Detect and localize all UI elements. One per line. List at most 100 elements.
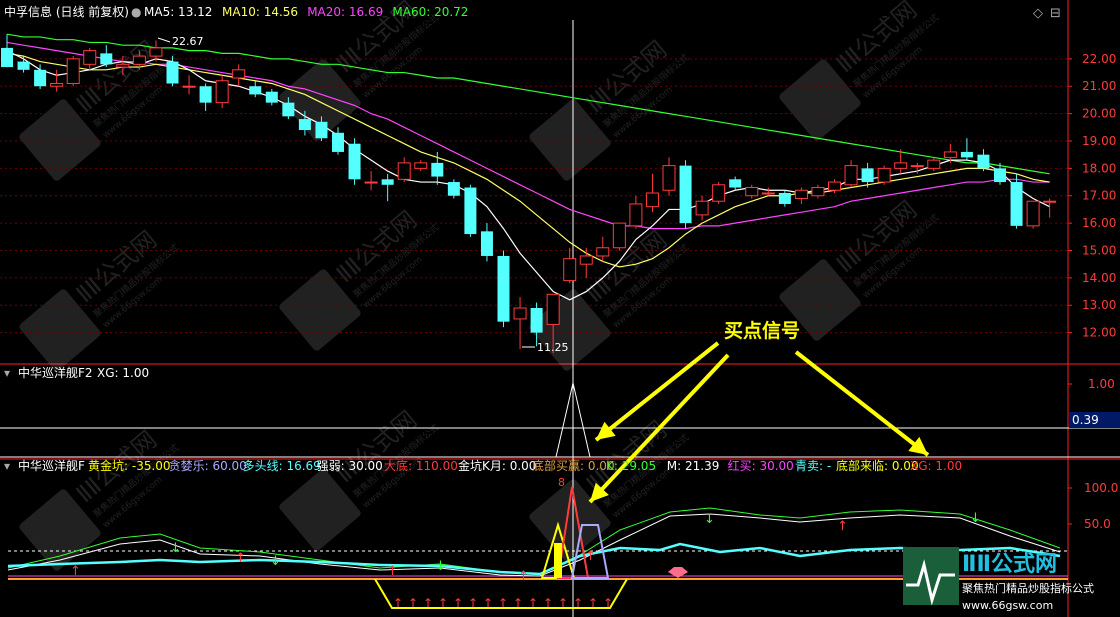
up-arrow: ↑ [468,596,478,610]
main-title: 中孚信息 (日线 前复权) [4,4,129,19]
y-tick-label: 17.00 [1082,189,1116,203]
candle-body [431,162,444,177]
candle-body [348,143,361,180]
candle-body [943,151,957,158]
candle-body [199,86,212,103]
candle-body [695,200,709,216]
candle-body [298,119,311,131]
panel3-legend-item: 贪婪乐: 60.00 [169,458,247,473]
candle-body [100,53,113,65]
candle-body [397,162,411,180]
logo-url: www.66gsw.com [962,599,1053,612]
candle-body [612,222,626,249]
candle-body [34,69,47,87]
candle-body [497,255,510,322]
up-arrow: ↑ [483,596,493,610]
candle-body [629,203,643,227]
panel3-legend-item: 大底: 110.00 [384,458,458,473]
panel3-toggle-icon[interactable]: ▾ [4,459,10,473]
candle-body [645,192,659,208]
down-arrow: ↓ [270,554,281,569]
candle-body [960,151,973,158]
watermark: ⅡⅡ公式网聚焦热门精品炒股指标公式www.66gsw.com [779,0,941,141]
y-tick-label: 18.00 [1082,161,1116,175]
candle-body [464,187,477,235]
down-arrow: ↓ [704,512,715,527]
up-arrow: ↑ [235,551,246,566]
candle-body [530,307,543,333]
up-arrow: ↑ [543,596,553,610]
low-label: 11.25 [537,341,569,354]
candle-body [232,69,246,79]
candle-body [132,55,146,65]
ma-legend-item: MA60: 20.72 [392,5,468,19]
candle-body [332,132,344,152]
down-arrow: ↓ [970,511,981,526]
value-badge-text: 0.39 [1072,413,1099,427]
panel2-title: 中华巡洋舰F2 [18,365,93,380]
panel3-legend-item: XG: 1.00 [910,459,962,473]
down-arrow: ↓ [170,541,181,556]
candle-body [811,187,825,197]
logo-slogan: 聚焦热门精品炒股指标公式 [962,581,1094,595]
up-arrow: ↑ [513,596,523,610]
panel2-xg: XG: 1.00 [97,366,149,380]
candle-body [215,80,229,104]
up-arrow: ↑ [837,519,848,534]
candle-body [265,91,278,103]
panel3-legend-item: 多头线: 16.69 [243,459,321,473]
candle-body [861,168,874,183]
panel3-legend-item: K: 29.05 [606,459,656,473]
y-tick-label: 12.00 [1082,326,1116,340]
up-arrow: ↑ [518,569,529,584]
panel3-legend: 黄金坑: -35.00贪婪乐: 60.00多头线: 16.69强弱: 30.00… [88,458,962,473]
panel3-title: 中华巡洋舰F [18,458,85,473]
y-tick-label: 19.00 [1082,134,1116,148]
candle-body [745,187,759,197]
panel3-legend-item: 强弱: 30.00 [317,459,383,473]
candle-body [679,165,692,224]
candle-body [761,192,775,195]
up-arrow: ↑ [498,596,508,610]
y-tick-label: 100.0 [1084,481,1118,495]
candle-body [579,255,593,265]
diamond-icon[interactable]: ◇ [1033,6,1043,21]
candle-body [182,85,196,88]
candle-body [563,258,577,282]
high-label: 22.67 [172,35,204,48]
up-arrow: ↑ [558,596,568,610]
y-tick-label: 1.00 [1088,377,1115,391]
candle-body [249,86,262,95]
candle-body [1026,200,1040,227]
candle-body [910,165,924,168]
candle-body [794,189,808,199]
candle-body [17,61,30,70]
candle-body [662,165,676,191]
top-marker: 8 [558,476,565,489]
up-arrow: ↑ [423,596,433,610]
candle-body [381,179,394,185]
signal-bar [554,543,562,578]
ma-legend-item: MA20: 16.69 [307,5,383,19]
panel3-legend-item: 黄金坑: -35.00 [88,458,171,473]
high-marker [157,37,171,43]
watermark: ⅡⅡ公式网聚焦热门精品炒股指标公式www.66gsw.com [19,225,181,371]
watermark: ⅡⅡ公式网聚焦热门精品炒股指标公式www.66gsw.com [19,425,181,571]
candle-body [414,162,428,169]
panel3-legend-item: 红买: 30.00 [728,458,794,473]
candle-body [729,179,742,188]
up-arrow: ↑ [453,596,463,610]
down-arrow: ↓ [435,559,446,574]
candle-body [149,47,163,57]
collapse-icon[interactable]: ⊟ [1050,6,1061,21]
candle-body [513,307,527,320]
up-arrow: ↑ [438,596,448,610]
panel3-legend-item: 底部来临: 0.00 [836,458,919,473]
y-tick-label: 50.0 [1084,517,1111,531]
candle-body [894,162,908,169]
panel3-legend-item: M: 21.39 [667,459,720,473]
candle-body [447,182,460,196]
candle-body [315,121,328,139]
panel3-legend-item: 底部买赢: 0.00 [532,458,615,473]
panel2-toggle-icon[interactable]: ▾ [4,366,10,380]
